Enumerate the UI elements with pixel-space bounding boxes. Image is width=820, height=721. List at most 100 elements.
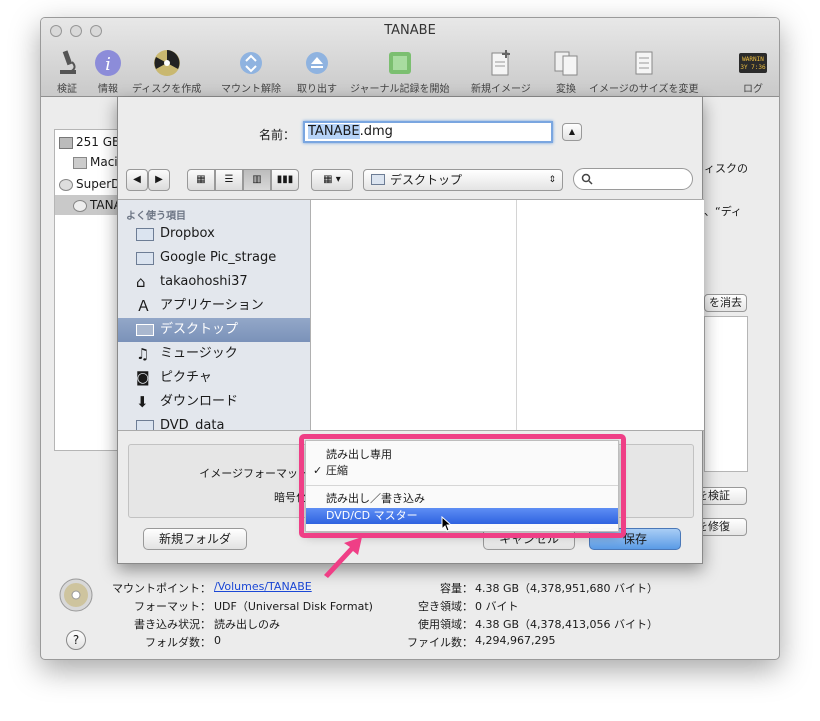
toolbar-burn-button[interactable]: ディスクを作成 xyxy=(132,48,201,95)
applications-icon: Ａ xyxy=(136,297,152,315)
mount-point-link[interactable]: /Volumes/TANABE xyxy=(214,580,312,593)
convert-icon xyxy=(554,51,578,76)
favorite-label: DVD_data xyxy=(160,418,225,430)
favorite-google-pic[interactable]: Google Pic_strage xyxy=(118,246,310,270)
toolbar-resize-image-button[interactable]: イメージのサイズを変更 xyxy=(589,48,699,95)
folders-label: フォルダ数： xyxy=(145,636,211,649)
home-icon: ⌂ xyxy=(136,273,146,291)
favorite-pictures[interactable]: ◙ ピクチャ xyxy=(118,366,310,390)
expand-dialog-button[interactable]: ▲ xyxy=(562,123,582,141)
toolbar-new-image-button[interactable]: 新規イメージ xyxy=(471,48,531,95)
favorites-sidebar: よく使う項目 Dropbox Google Pic_strage ⌂ takaoh… xyxy=(118,200,311,430)
toolbar-label: ディスクを作成 xyxy=(132,84,202,95)
favorite-label: デスクトップ xyxy=(160,322,239,337)
search-icon xyxy=(581,173,593,185)
resize-image-icon xyxy=(635,51,653,75)
favorite-label: ミュージック xyxy=(160,346,238,361)
image-format-label: イメージフォーマット xyxy=(199,467,309,480)
filename-label: 名前： xyxy=(259,128,296,142)
view-columns-button[interactable]: ▥ xyxy=(243,169,271,191)
toolbar-log-button[interactable]: WARNIN 3Y 7:36 ログ xyxy=(738,48,768,95)
toolbar-eject-button[interactable]: 取り出す xyxy=(297,48,337,95)
camera-icon: ◙ xyxy=(136,370,150,386)
journal-icon xyxy=(388,52,411,74)
filename-extension: .dmg xyxy=(359,124,393,139)
folder-icon xyxy=(136,420,154,430)
chevron-right-icon: ▶ xyxy=(155,174,163,185)
toolbar-convert-button[interactable]: 変換 xyxy=(551,48,581,95)
files-value: 4,294,967,295 xyxy=(475,634,556,647)
mount-point-label: マウントポイント： xyxy=(112,582,211,595)
new-folder-button[interactable]: 新規フォルダ xyxy=(143,528,247,550)
favorite-downloads[interactable]: ⬇ ダウンロード xyxy=(118,390,310,414)
used-label: 使用領域： xyxy=(418,618,473,631)
favorite-label: takaohoshi37 xyxy=(160,274,248,289)
view-icons-button[interactable]: ▦ xyxy=(187,169,215,191)
location-popup[interactable]: デスクトップ ⇕ xyxy=(363,169,563,191)
favorite-label: ピクチャ xyxy=(160,370,212,385)
write-status-label: 書き込み状況： xyxy=(134,618,211,631)
music-icon: ♫ xyxy=(136,345,150,363)
favorites-header: よく使う項目 xyxy=(126,211,186,222)
file-browser: よく使う項目 Dropbox Google Pic_strage ⌂ takaoh… xyxy=(118,199,704,431)
toolbar-label: 変換 xyxy=(556,84,576,95)
desktop-icon xyxy=(136,324,154,336)
back-button[interactable]: ◀ xyxy=(126,169,148,191)
folder-icon xyxy=(136,252,154,265)
toolbar-label: ログ xyxy=(743,84,763,95)
column-view-icon: ▥ xyxy=(252,174,262,185)
favorite-dvd-data[interactable]: DVD_data xyxy=(118,414,310,430)
toolbar-unmount-button[interactable]: マウント解除 xyxy=(221,48,281,95)
encryption-label: 暗号化 xyxy=(274,491,307,504)
highlight-annotation-box xyxy=(299,434,626,538)
optical-drive-icon xyxy=(59,178,73,191)
forward-button[interactable]: ▶ xyxy=(148,169,170,191)
format-value: UDF（Universal Disk Format) xyxy=(214,600,373,613)
favorite-desktop[interactable]: デスクトップ xyxy=(118,318,310,342)
toolbar-verify-button[interactable]: 検証 xyxy=(52,48,82,95)
help-button[interactable]: ? xyxy=(66,630,86,650)
available-value: 0 バイト xyxy=(475,600,519,613)
titlebar: TANABE 検証 i 情報 ディスクを作成 マウント解除 取り出す ジャーナル… xyxy=(41,18,779,97)
favorite-label: アプリケーション xyxy=(160,298,264,313)
toolbar-label: イメージのサイズを変更 xyxy=(589,84,699,95)
favorite-applications[interactable]: Ａ アプリケーション xyxy=(118,294,310,318)
arrange-button[interactable]: ▦ ▾ xyxy=(311,169,353,191)
eject-icon xyxy=(306,52,328,74)
new-image-icon xyxy=(491,50,510,76)
format-label: フォーマット： xyxy=(134,600,211,613)
toolbar-label: 新規イメージ xyxy=(471,84,531,95)
favorite-music[interactable]: ♫ ミュージック xyxy=(118,342,310,366)
up-down-arrows-icon: ⇕ xyxy=(548,175,556,185)
folder-icon xyxy=(136,228,154,241)
filename-input[interactable]: TANABE.dmg xyxy=(303,121,553,143)
toolbar-label: 取り出す xyxy=(297,84,337,95)
toolbar-label: マウント解除 xyxy=(221,84,281,95)
search-field[interactable] xyxy=(573,168,693,190)
unmount-icon xyxy=(240,52,262,74)
toolbar-journal-button[interactable]: ジャーナル記録を開始 xyxy=(350,48,450,95)
description-text: ィスクの xyxy=(704,162,748,175)
available-label: 空き領域： xyxy=(418,600,473,613)
view-list-button[interactable]: ☰ xyxy=(215,169,243,191)
toolbar-label: ジャーナル記録を開始 xyxy=(350,84,450,95)
disc-info-icon xyxy=(59,578,93,612)
favorite-label: ダウンロード xyxy=(160,394,239,409)
arrange-icon: ▦ ▾ xyxy=(323,174,341,185)
mouse-cursor-icon xyxy=(441,516,453,532)
view-coverflow-button[interactable]: ▮▮▮ xyxy=(271,169,299,191)
disk-item-label: 251 GB xyxy=(76,135,121,149)
favorite-home[interactable]: ⌂ takaohoshi37 xyxy=(118,270,310,294)
list-view-icon: ☰ xyxy=(224,174,234,185)
volume-icon xyxy=(73,156,87,169)
window-title: TANABE xyxy=(384,23,436,38)
annotation-arrow-icon xyxy=(324,537,362,578)
erase-button[interactable]: を消去 xyxy=(704,294,747,312)
favorite-dropbox[interactable]: Dropbox xyxy=(118,222,310,246)
folder-icon xyxy=(371,174,385,185)
toolbar-info-button[interactable]: i 情報 xyxy=(93,48,123,95)
capacity-value: 4.38 GB（4,378,951,680 バイト） xyxy=(475,582,659,595)
filename-selected-text: TANABE xyxy=(308,124,360,139)
icon-view-icon: ▦ xyxy=(196,174,206,185)
download-icon: ⬇ xyxy=(136,393,149,411)
